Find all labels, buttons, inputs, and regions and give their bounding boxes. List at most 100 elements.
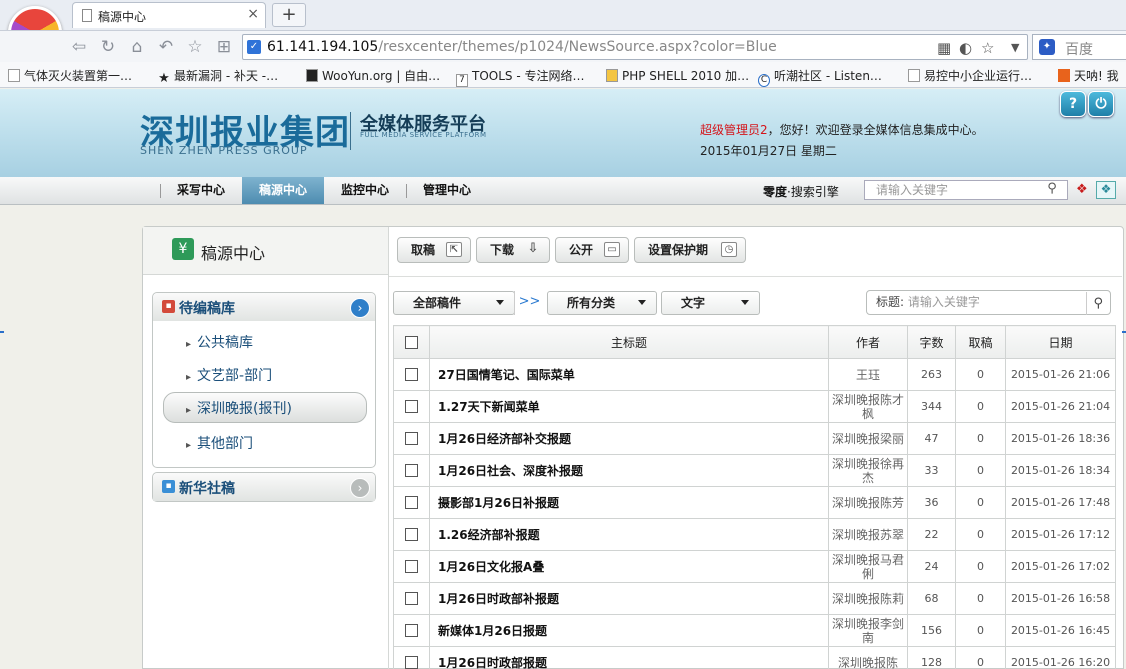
menu-item-writing[interactable]: 采写中心 <box>162 177 240 204</box>
title-search-input[interactable]: 标题: 请输入关键字 ⚲ <box>866 290 1111 315</box>
apps-icon[interactable]: ⊞ <box>213 36 235 58</box>
row-title[interactable]: 1月26日时政部补报题 <box>429 582 829 615</box>
sidebar-item-public[interactable]: 公共稿库 <box>186 332 253 352</box>
category-select[interactable]: 所有分类 <box>547 291 657 315</box>
row-checkbox-cell[interactable] <box>393 358 430 391</box>
column-header-taken[interactable]: 取稿 <box>955 325 1006 359</box>
row-checkbox[interactable] <box>405 368 418 382</box>
xinhua-group-header[interactable]: ▪ 新华社稿 › <box>153 473 375 501</box>
expand-arrow-icon[interactable]: › <box>350 298 370 318</box>
row-checkbox-cell[interactable] <box>393 646 430 669</box>
row-checkbox-cell[interactable] <box>393 422 430 455</box>
bookmark-item[interactable]: 易控中小企业运行… <box>908 67 1032 84</box>
row-title[interactable]: 1月26日文化报A叠 <box>429 550 829 583</box>
row-checkbox[interactable] <box>405 560 418 574</box>
help-icon[interactable]: ? <box>1060 91 1086 117</box>
table-row[interactable]: 1月26日时政部补报题 深圳晚报陈莉 68 0 2015-01-26 16:58 <box>393 582 1116 615</box>
expand-arrow-icon[interactable]: › <box>350 478 370 498</box>
table-row[interactable]: 1月26日时政部报题 深圳晚报陈 128 0 2015-01-26 16:20 <box>393 646 1116 669</box>
power-icon[interactable]: ⏻ <box>1088 91 1114 117</box>
url-text[interactable]: 61.141.194.105/resxcenter/themes/p1024/N… <box>267 39 777 55</box>
select-all-checkbox[interactable] <box>405 336 418 349</box>
back-icon[interactable]: ⇦ <box>68 36 90 58</box>
bookmark-item[interactable]: ★ 最新漏洞 - 补天 -… <box>158 67 278 86</box>
row-checkbox[interactable] <box>405 528 418 542</box>
browser-tab[interactable]: 稿源中心 × <box>72 2 266 28</box>
row-title[interactable]: 1.26经济部补报题 <box>429 518 829 551</box>
row-checkbox[interactable] <box>405 432 418 446</box>
undo-icon[interactable]: ↶ <box>155 36 177 58</box>
row-title[interactable]: 27日国情笔记、国际菜单 <box>429 358 829 391</box>
menu-item-sources[interactable]: 稿源中心 <box>242 177 324 204</box>
table-row[interactable]: 新媒体1月26日报题 深圳晚报李剑南 156 0 2015-01-26 16:45 <box>393 614 1116 647</box>
reload-icon[interactable]: ↻ <box>97 36 119 58</box>
row-title[interactable]: 摄影部1月26日补报题 <box>429 486 829 519</box>
table-row[interactable]: 1月26日经济部补交报题 深圳晚报梁丽 47 0 2015-01-26 18:36 <box>393 422 1116 455</box>
bookmark-item[interactable]: 天呐! 我 <box>1058 67 1119 84</box>
sidebar-item-literature[interactable]: 文艺部-部门 <box>186 365 272 385</box>
row-checkbox[interactable] <box>405 624 418 638</box>
column-header-author[interactable]: 作者 <box>828 325 908 359</box>
browser-search-box[interactable]: ✦ 百度 <box>1032 34 1126 60</box>
take-draft-button[interactable]: 取稿 ⇱ <box>397 237 471 263</box>
download-button[interactable]: 下载 ⇩ <box>476 237 550 263</box>
double-arrow-icon[interactable]: >> <box>514 291 544 315</box>
column-header-title[interactable]: 主标题 <box>429 325 829 359</box>
table-row[interactable]: 1.27天下新闻菜单 深圳晚报陈才枫 344 0 2015-01-26 21:04 <box>393 390 1116 423</box>
type-select[interactable]: 文字 <box>661 291 760 315</box>
sidebar-item-evening-news[interactable]: 深圳晚报(报刊) <box>186 398 292 418</box>
select-all-cell[interactable] <box>393 325 430 359</box>
row-title[interactable]: 1月26日社会、深度补报题 <box>429 454 829 487</box>
baidu-paw-icon[interactable]: ✦ <box>1039 39 1055 55</box>
bookmark-item[interactable]: 7 TOOLS - 专注网络… <box>456 67 584 87</box>
sidebar-item-other[interactable]: 其他部门 <box>186 433 253 453</box>
row-checkbox-cell[interactable] <box>393 390 430 423</box>
table-row[interactable]: 1月26日文化报A叠 深圳晚报马君俐 24 0 2015-01-26 17:02 <box>393 550 1116 583</box>
set-protection-button[interactable]: 设置保护期 ◷ <box>634 237 746 263</box>
row-title[interactable]: 1月26日时政部报题 <box>429 646 829 669</box>
row-checkbox-cell[interactable] <box>393 614 430 647</box>
home-icon[interactable]: ⌂ <box>126 36 148 58</box>
bookmark-item[interactable]: 气体灭火装置第一… <box>8 67 132 84</box>
row-checkbox-cell[interactable] <box>393 518 430 551</box>
menu-item-admin[interactable]: 管理中心 <box>408 177 486 204</box>
row-checkbox-cell[interactable] <box>393 486 430 519</box>
keyword-input[interactable]: 请输入关键字 <box>864 180 1068 200</box>
pending-group-header[interactable]: ▪ 待编稿库 › <box>153 293 375 321</box>
search-engine-link[interactable]: 零度·搜索引擎 <box>763 183 839 200</box>
search-icon[interactable]: ⚲ <box>1040 181 1064 199</box>
address-bar[interactable]: ✓ 61.141.194.105/resxcenter/themes/p1024… <box>242 34 1028 60</box>
bookmark-star-icon[interactable]: ☆ <box>981 39 994 57</box>
compat-mode-icon[interactable]: ◐ <box>959 39 972 57</box>
row-checkbox[interactable] <box>405 400 418 414</box>
bookmark-item[interactable]: C 听潮社区 - Listen… <box>758 67 882 87</box>
row-checkbox[interactable] <box>405 592 418 606</box>
column-header-words[interactable]: 字数 <box>907 325 956 359</box>
favorite-icon[interactable]: ☆ <box>184 36 206 58</box>
menu-item-monitor[interactable]: 监控中心 <box>326 177 404 204</box>
search-icon[interactable]: ⚲ <box>1086 292 1103 315</box>
table-row[interactable]: 1.26经济部补报题 深圳晚报苏翠 22 0 2015-01-26 17:12 <box>393 518 1116 551</box>
row-title[interactable]: 1.27天下新闻菜单 <box>429 390 829 423</box>
bookmark-item[interactable]: WooYun.org | 自由… <box>306 67 440 84</box>
user-role[interactable]: 超级管理员2 <box>700 123 768 137</box>
publish-button[interactable]: 公开 ▭ <box>555 237 629 263</box>
row-title[interactable]: 新媒体1月26日报题 <box>429 614 829 647</box>
qr-code-icon[interactable]: ▦ <box>937 39 951 57</box>
table-row[interactable]: 27日国情笔记、国际菜单 王珏 263 0 2015-01-26 21:06 <box>393 358 1116 391</box>
row-checkbox[interactable] <box>405 496 418 510</box>
tab-close-icon[interactable]: × <box>247 6 259 22</box>
row-checkbox[interactable] <box>405 656 418 669</box>
bookmark-item[interactable]: PHP SHELL 2010 加… <box>606 67 749 84</box>
row-checkbox-cell[interactable] <box>393 454 430 487</box>
row-checkbox-cell[interactable] <box>393 582 430 615</box>
table-row[interactable]: 摄影部1月26日补报题 深圳晚报陈芳 36 0 2015-01-26 17:48 <box>393 486 1116 519</box>
column-header-date[interactable]: 日期 <box>1005 325 1116 359</box>
theme-red-icon[interactable]: ❖ <box>1076 182 1088 197</box>
dropdown-arrow-icon[interactable]: ▼ <box>1011 41 1019 54</box>
row-checkbox[interactable] <box>405 464 418 478</box>
row-title[interactable]: 1月26日经济部补交报题 <box>429 422 829 455</box>
theme-blue-icon[interactable]: ❖ <box>1096 181 1116 199</box>
row-checkbox-cell[interactable] <box>393 550 430 583</box>
all-drafts-select[interactable]: 全部稿件 <box>393 291 515 315</box>
